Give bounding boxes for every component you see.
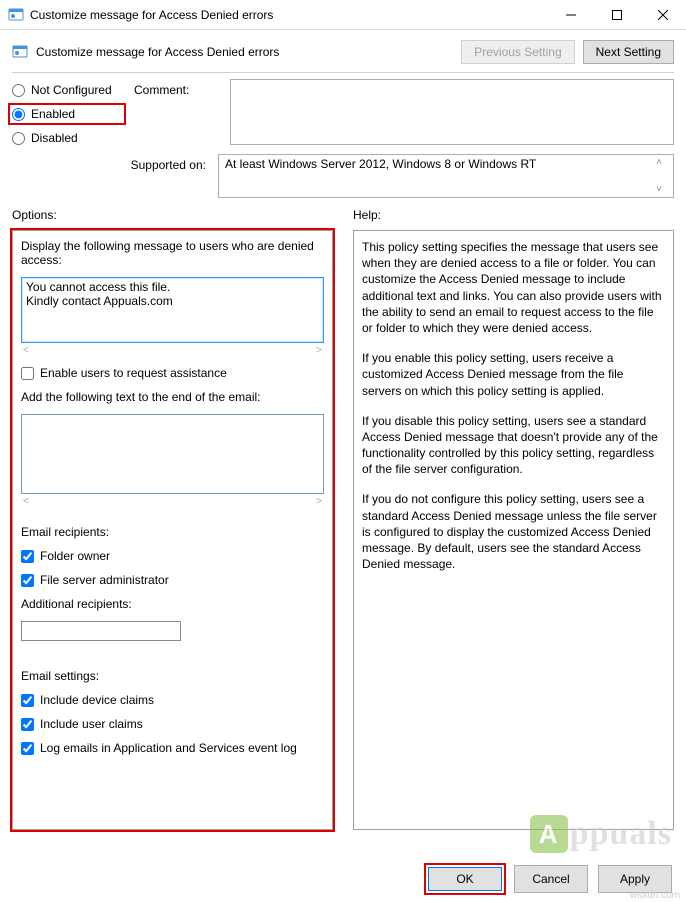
supported-value: At least Windows Server 2012, Windows 8 … [225, 157, 536, 171]
checkbox-label: File server administrator [40, 573, 169, 587]
help-paragraph: If you enable this policy setting, users… [362, 350, 665, 399]
maximize-button[interactable] [594, 0, 640, 30]
enable-assistance-input[interactable] [21, 367, 34, 380]
minimize-button[interactable] [548, 0, 594, 30]
add-email-label: Add the following text to the end of the… [21, 390, 324, 404]
radio-enabled-input[interactable] [12, 108, 25, 121]
comment-label: Comment: [134, 79, 218, 148]
previous-setting-button[interactable]: Previous Setting [461, 40, 574, 64]
radio-disabled-input[interactable] [12, 132, 25, 145]
checkbox-label: Enable users to request assistance [40, 366, 227, 380]
options-header: Options: [12, 208, 333, 222]
policy-icon [12, 44, 28, 60]
radio-label: Disabled [31, 131, 78, 145]
options-panel: Display the following message to users w… [12, 230, 333, 830]
log-emails-input[interactable] [21, 742, 34, 755]
display-message-textarea[interactable] [21, 277, 324, 343]
supported-label: Supported on: [12, 154, 206, 172]
window-title: Customize message for Access Denied erro… [30, 8, 548, 22]
add-email-textarea[interactable] [21, 414, 324, 494]
folder-owner-input[interactable] [21, 550, 34, 563]
radio-not-configured-input[interactable] [12, 84, 25, 97]
source-note: wsxdn.com [630, 890, 680, 901]
device-claims-input[interactable] [21, 694, 34, 707]
checkbox-label: Include user claims [40, 717, 143, 731]
help-paragraph: If you do not configure this policy sett… [362, 491, 665, 572]
checkbox-label: Include device claims [40, 693, 154, 707]
user-claims-input[interactable] [21, 718, 34, 731]
help-paragraph: This policy setting specifies the messag… [362, 239, 665, 336]
log-emails-checkbox[interactable]: Log emails in Application and Services e… [21, 741, 324, 755]
title-bar: Customize message for Access Denied erro… [0, 0, 686, 30]
enable-assistance-checkbox[interactable]: Enable users to request assistance [21, 366, 324, 380]
scrollbar-icon[interactable]: ˄˅ [651, 157, 667, 195]
radio-enabled[interactable]: Enabled [12, 107, 122, 121]
display-message-label: Display the following message to users w… [21, 239, 324, 267]
server-admin-checkbox[interactable]: File server administrator [21, 573, 324, 587]
help-paragraph: If you disable this policy setting, user… [362, 413, 665, 478]
policy-subtitle: Customize message for Access Denied erro… [36, 45, 461, 59]
ok-button[interactable]: OK [428, 867, 502, 891]
help-panel: This policy setting specifies the messag… [353, 230, 674, 830]
comment-textarea[interactable] [230, 79, 674, 145]
radio-disabled[interactable]: Disabled [12, 131, 122, 145]
header-row: Customize message for Access Denied erro… [0, 30, 686, 68]
additional-recipients-label: Additional recipients: [21, 597, 324, 611]
server-admin-input[interactable] [21, 574, 34, 587]
radio-not-configured[interactable]: Not Configured [12, 83, 122, 97]
radio-label: Not Configured [31, 83, 112, 97]
device-claims-checkbox[interactable]: Include device claims [21, 693, 324, 707]
user-claims-checkbox[interactable]: Include user claims [21, 717, 324, 731]
help-header: Help: [353, 208, 674, 222]
close-button[interactable] [640, 0, 686, 30]
email-settings-label: Email settings: [21, 669, 324, 683]
checkbox-label: Log emails in Application and Services e… [40, 741, 297, 755]
folder-owner-checkbox[interactable]: Folder owner [21, 549, 324, 563]
watermark: A ppuals [530, 815, 672, 853]
watermark-icon: A [530, 815, 568, 853]
recipients-label: Email recipients: [21, 525, 324, 539]
radio-label: Enabled [31, 107, 75, 121]
apply-button[interactable]: Apply [598, 865, 672, 893]
checkbox-label: Folder owner [40, 549, 110, 563]
config-row: Not Configured Enabled Disabled Comment: [0, 73, 686, 148]
next-setting-button[interactable]: Next Setting [583, 40, 674, 64]
scroll-hint: <> [21, 496, 324, 507]
supported-row: Supported on: At least Windows Server 20… [0, 148, 686, 204]
cancel-button[interactable]: Cancel [514, 865, 588, 893]
watermark-text: ppuals [570, 815, 672, 853]
policy-icon [8, 7, 24, 23]
supported-box: At least Windows Server 2012, Windows 8 … [218, 154, 674, 198]
bottom-bar: OK Cancel Apply [0, 855, 686, 903]
ok-highlight: OK [426, 865, 504, 893]
additional-recipients-input[interactable] [21, 621, 181, 641]
scroll-hint: <> [21, 345, 324, 356]
